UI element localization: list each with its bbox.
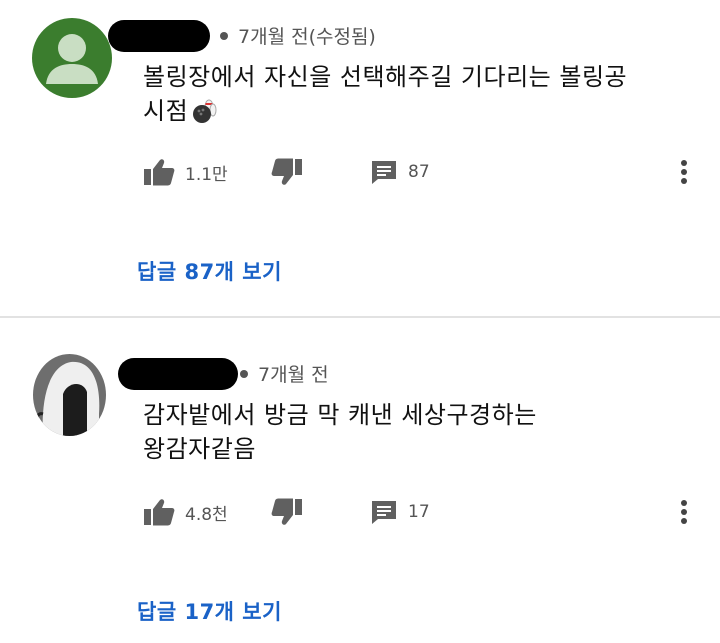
comment-meta: 7개월 전 [240,360,329,387]
comment-actions: 1.1만 87 [0,152,720,192]
bowling-emoji-icon [193,99,217,123]
comment-text: 감자밭에서 방금 막 캐낸 세상구경하는 왕감자같음 [143,398,703,466]
dislike-button[interactable] [271,152,303,192]
comment-2: 7개월 전 감자밭에서 방금 막 캐낸 세상구경하는 왕감자같음 4.8천 17… [0,318,720,643]
like-count: 1.1만 [185,164,228,185]
thumbs-up-icon [144,159,175,186]
thumbs-up-icon [144,499,175,526]
comment-text-line: 시점 [143,97,189,125]
reply-button[interactable]: 17 [370,492,430,532]
thumbs-down-icon [271,158,302,185]
default-avatar-icon [46,34,98,84]
like-button[interactable]: 1.1만 [143,152,228,192]
thumbs-down-icon [271,498,302,525]
comment-time: 7개월 전(수정됨) [238,26,376,48]
comment-text: 볼링장에서 자신을 선택해주길 기다리는 볼링공 시점 [143,60,703,128]
comment-time: 7개월 전 [258,364,329,386]
comment-1: 7개월 전(수정됨) 볼링장에서 자신을 선택해주길 기다리는 볼링공 시점 1… [0,0,720,316]
reply-button[interactable]: 87 [370,152,430,192]
more-options-button[interactable] [676,152,692,192]
separator-dot [240,369,248,378]
more-options-button[interactable] [676,492,692,532]
comment-text-line: 왕감자같음 [143,435,256,463]
like-count: 4.8천 [185,504,228,525]
view-replies-link[interactable]: 답글 17개 보기 [137,596,282,626]
comment-icon [372,161,396,184]
more-vert-icon [681,500,687,524]
hooded-figure-avatar-icon [33,354,106,436]
comment-icon [372,501,396,524]
comment-actions: 4.8천 17 [0,492,720,532]
user-avatar[interactable] [32,18,112,98]
separator-dot [220,31,228,40]
redacted-username[interactable] [108,20,210,52]
more-vert-icon [681,160,687,184]
like-button[interactable]: 4.8천 [143,492,228,532]
reply-count: 17 [408,502,430,522]
dislike-button[interactable] [271,492,303,532]
user-avatar[interactable] [33,354,106,436]
view-replies-link[interactable]: 답글 87개 보기 [137,256,282,286]
comment-text-line: 볼링장에서 자신을 선택해주길 기다리는 볼링공 [143,63,628,91]
comment-meta: 7개월 전(수정됨) [220,22,376,49]
comment-text-line: 감자밭에서 방금 막 캐낸 세상구경하는 [143,401,537,429]
redacted-username[interactable] [118,358,238,390]
reply-count: 87 [408,162,430,182]
